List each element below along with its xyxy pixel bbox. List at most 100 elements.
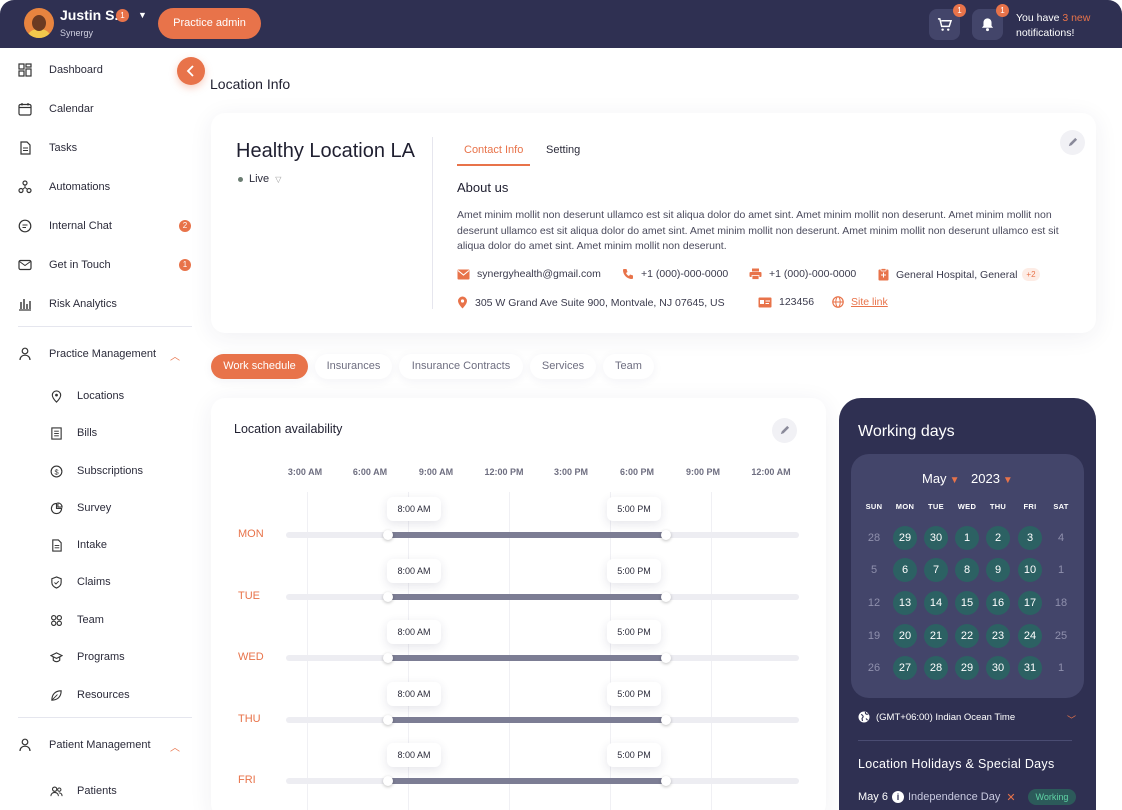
working-day[interactable]: 15 — [955, 591, 979, 615]
working-day[interactable]: 1 — [955, 526, 979, 550]
schedule-track[interactable] — [286, 592, 799, 602]
start-handle[interactable] — [383, 653, 393, 663]
sidebar-item-bills[interactable]: Bills — [50, 423, 97, 443]
end-handle[interactable] — [661, 715, 671, 725]
schedule-track[interactable] — [286, 530, 799, 540]
sidebar-item-calendar[interactable]: Calendar — [18, 98, 94, 120]
sidebar-item-claims[interactable]: Claims — [50, 572, 111, 592]
sidebar-item-automations[interactable]: Automations — [18, 176, 110, 198]
contact-fax[interactable]: +1 (000)-000-0000 — [749, 268, 856, 280]
schedule-track[interactable] — [286, 715, 799, 725]
calendar-day[interactable]: 25 — [1049, 624, 1073, 648]
sidebar-item-internal-chat[interactable]: Internal Chat — [18, 215, 112, 237]
tab-setting[interactable]: Setting — [546, 144, 580, 156]
sidebar-item-dashboard[interactable]: Dashboard — [18, 59, 103, 81]
sidebar-item-locations[interactable]: Locations — [50, 386, 124, 406]
working-day[interactable]: 2 — [986, 526, 1010, 550]
working-day[interactable]: 13 — [893, 591, 917, 615]
contact-email[interactable]: synergyhealth@gmail.com — [457, 268, 601, 280]
start-handle[interactable] — [383, 715, 393, 725]
working-day[interactable]: 29 — [955, 656, 979, 680]
end-handle[interactable] — [661, 530, 671, 540]
chevron-down-icon[interactable]: ▼ — [138, 10, 147, 20]
sidebar-item-tasks[interactable]: Tasks — [18, 137, 77, 159]
chevron-up-icon[interactable]: ︿ — [170, 739, 180, 754]
timezone-select[interactable]: (GMT+06:00) Indian Ocean Time — [858, 711, 1015, 723]
avatar[interactable] — [24, 8, 54, 38]
sidebar-item-programs[interactable]: Programs — [50, 647, 125, 667]
working-day[interactable]: 22 — [955, 624, 979, 648]
start-handle[interactable] — [383, 776, 393, 786]
working-day[interactable]: 27 — [893, 656, 917, 680]
sidebar-item-resources[interactable]: Resources — [50, 685, 130, 705]
sidebar-group-patient-management[interactable]: Patient Management — [18, 734, 151, 756]
notifications-button[interactable]: 1 — [972, 4, 1009, 40]
info-icon[interactable]: i — [891, 791, 904, 803]
start-handle[interactable] — [383, 530, 393, 540]
calendar-day[interactable]: 4 — [1049, 526, 1073, 550]
tab-insurance-contracts[interactable]: Insurance Contracts — [399, 354, 523, 379]
contact-license[interactable]: 123456 — [758, 296, 814, 308]
sidebar-group-practice-management[interactable]: Practice Management — [18, 343, 156, 365]
calendar-day[interactable]: 12 — [862, 591, 886, 615]
month-select[interactable]: May ▼ — [922, 471, 959, 486]
practice-admin-button[interactable]: Practice admin — [158, 8, 261, 39]
start-handle[interactable] — [383, 592, 393, 602]
user-name[interactable]: Justin S. — [60, 7, 118, 23]
calendar-day[interactable]: 1 — [1049, 656, 1073, 680]
chevron-up-icon[interactable]: ︿ — [170, 348, 180, 363]
chevron-down-icon[interactable]: ﹀ — [1067, 713, 1076, 726]
edit-location-button[interactable] — [1060, 130, 1085, 155]
site-link[interactable]: Site link — [851, 296, 888, 308]
sidebar-item-subscriptions[interactable]: $ Subscriptions — [50, 461, 143, 481]
working-day[interactable]: 28 — [924, 656, 948, 680]
contact-address[interactable]: 305 W Grand Ave Suite 900, Montvale, NJ … — [457, 296, 725, 309]
sidebar-item-patients[interactable]: Patients — [50, 781, 117, 801]
edit-availability-button[interactable] — [772, 418, 797, 443]
remove-holiday-icon[interactable]: ✕ — [1006, 791, 1015, 804]
cart-button[interactable]: 1 — [929, 4, 966, 40]
sidebar-item-get-in-touch[interactable]: Get in Touch — [18, 254, 111, 276]
calendar-day[interactable]: 1 — [1049, 558, 1073, 582]
working-day[interactable]: 17 — [1018, 591, 1042, 615]
working-day[interactable]: 14 — [924, 591, 948, 615]
contact-facility[interactable]: General Hospital, General +2 — [878, 268, 1040, 281]
schedule-track[interactable] — [286, 653, 799, 663]
working-day[interactable]: 16 — [986, 591, 1010, 615]
calendar-day[interactable]: 28 — [862, 526, 886, 550]
working-day[interactable]: 7 — [924, 558, 948, 582]
status-dropdown[interactable]: Live ▽ — [238, 173, 281, 185]
working-day[interactable]: 30 — [986, 656, 1010, 680]
sidebar-item-survey[interactable]: Survey — [50, 498, 111, 518]
end-handle[interactable] — [661, 776, 671, 786]
calendar-day[interactable]: 26 — [862, 656, 886, 680]
calendar-day[interactable]: 18 — [1049, 591, 1073, 615]
calendar-day[interactable]: 5 — [862, 558, 886, 582]
tab-contact-info[interactable]: Contact Info — [456, 144, 531, 166]
calendar-day[interactable]: 19 — [862, 624, 886, 648]
working-day[interactable]: 3 — [1018, 526, 1042, 550]
sidebar-item-intake[interactable]: Intake — [50, 535, 107, 555]
working-day[interactable]: 6 — [893, 558, 917, 582]
working-day[interactable]: 20 — [893, 624, 917, 648]
working-day[interactable]: 31 — [1018, 656, 1042, 680]
working-day[interactable]: 21 — [924, 624, 948, 648]
schedule-track[interactable] — [286, 776, 799, 786]
end-handle[interactable] — [661, 592, 671, 602]
tab-work-schedule[interactable]: Work schedule — [211, 354, 308, 379]
tab-team[interactable]: Team — [603, 354, 654, 379]
working-day[interactable]: 9 — [986, 558, 1010, 582]
working-day[interactable]: 8 — [955, 558, 979, 582]
working-day[interactable]: 23 — [986, 624, 1010, 648]
contact-site-link[interactable]: Site link — [832, 296, 888, 308]
working-day[interactable]: 24 — [1018, 624, 1042, 648]
tab-services[interactable]: Services — [530, 354, 596, 379]
end-handle[interactable] — [661, 653, 671, 663]
facility-more-badge[interactable]: +2 — [1022, 268, 1040, 281]
sidebar-item-risk-analytics[interactable]: Risk Analytics — [18, 293, 117, 315]
sidebar-item-team[interactable]: Team — [50, 610, 104, 630]
contact-phone[interactable]: +1 (000)-000-0000 — [622, 268, 728, 280]
tab-insurances[interactable]: Insurances — [315, 354, 392, 379]
year-select[interactable]: 2023 ▼ — [971, 471, 1013, 486]
collapse-sidebar-button[interactable] — [177, 57, 205, 85]
